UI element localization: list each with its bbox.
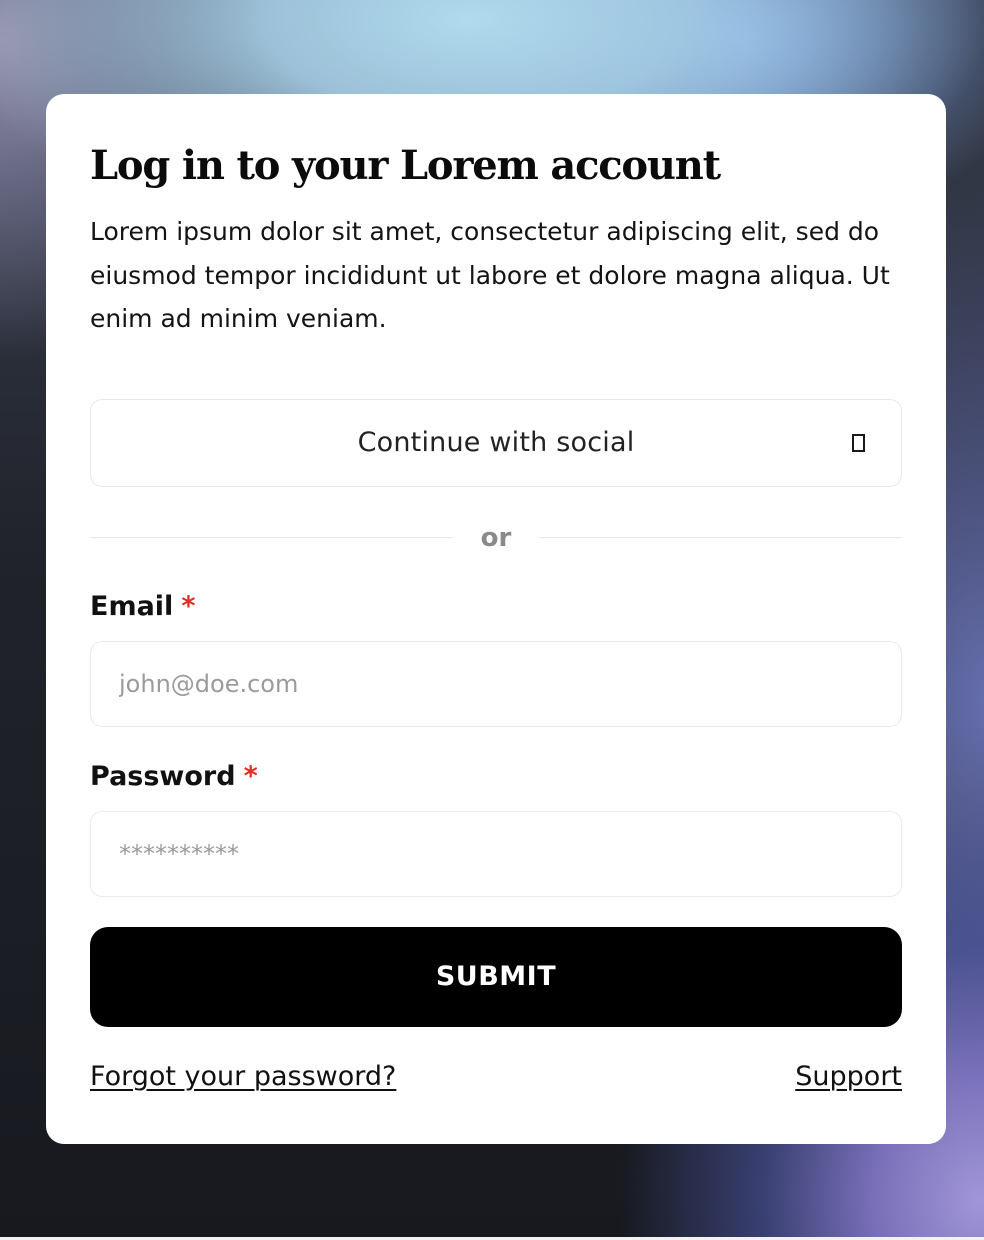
- rectangle-icon: [852, 433, 865, 452]
- submit-button[interactable]: SUBMIT: [90, 926, 902, 1027]
- social-button-label: Continue with social: [357, 427, 635, 458]
- email-label: Email *: [90, 589, 902, 625]
- or-divider: or: [90, 521, 902, 555]
- page-title: Log in to your Lorem account: [90, 142, 721, 189]
- email-required-marker: *: [181, 590, 196, 622]
- login-card: Log in to your Lorem account Lorem ipsum…: [46, 94, 946, 1144]
- password-label-text: Password: [90, 760, 236, 792]
- email-label-text: Email: [90, 590, 174, 622]
- password-required-marker: *: [243, 760, 258, 792]
- footer-links: Forgot your password? Support: [90, 1061, 902, 1092]
- divider-line-right: [539, 537, 902, 538]
- support-link[interactable]: Support: [795, 1061, 902, 1092]
- divider-text: or: [480, 522, 512, 553]
- password-label: Password *: [90, 759, 902, 795]
- divider-line-left: [90, 537, 453, 538]
- forgot-password-link[interactable]: Forgot your password?: [90, 1061, 396, 1092]
- continue-with-social-button[interactable]: Continue with social: [90, 398, 902, 487]
- description-text: Lorem ipsum dolor sit amet, consectetur …: [90, 217, 890, 333]
- email-field[interactable]: [90, 640, 902, 727]
- password-field[interactable]: [90, 810, 902, 897]
